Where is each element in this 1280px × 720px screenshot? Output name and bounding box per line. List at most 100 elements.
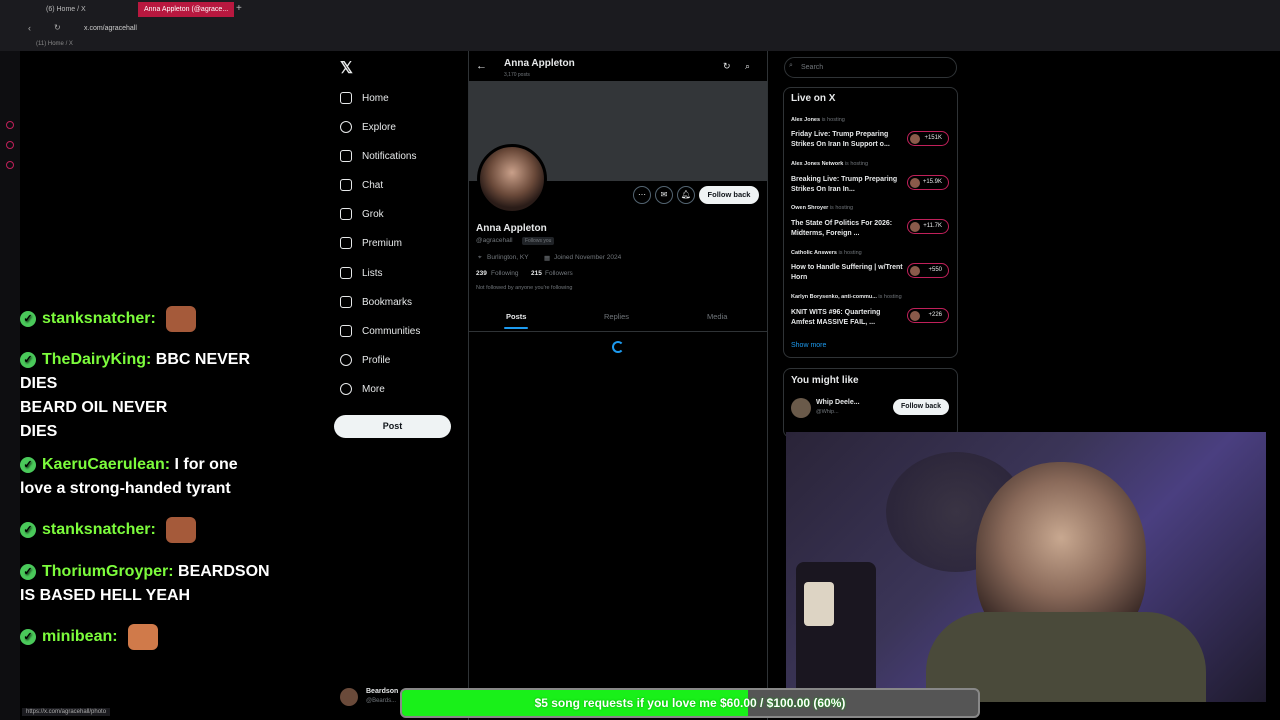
live-listener-count[interactable]: +11.7K xyxy=(907,219,949,234)
nav-profile[interactable]: Profile xyxy=(340,349,390,371)
goal-text: $5 song requests if you love me $60.00 /… xyxy=(534,696,846,710)
loading-spinner-icon xyxy=(612,341,624,353)
url-field[interactable]: x.com/agracehall xyxy=(84,25,137,32)
x-premium-icon xyxy=(340,237,352,249)
tab-media[interactable]: Media xyxy=(707,312,727,321)
following-label[interactable]: Following xyxy=(491,270,518,277)
location-icon: ⌖ xyxy=(478,254,482,261)
live-stream-title[interactable]: Friday Live: Trump Preparing Strikes On … xyxy=(791,130,903,150)
nav-more[interactable]: More xyxy=(340,378,385,400)
reload-icon[interactable]: ↻ xyxy=(54,23,61,32)
nav-notifications[interactable]: Notifications xyxy=(340,145,416,167)
verified-check-icon: ✓ xyxy=(20,629,36,645)
emote-icon xyxy=(166,306,197,332)
list-icon xyxy=(340,267,352,279)
address-bar: ‹ ↻ x.com/agracehall xyxy=(0,19,1280,38)
you-might-like-title: You might like xyxy=(791,375,859,386)
donation-goal-bar: $5 song requests if you love me $60.00 /… xyxy=(400,688,980,718)
live-host: Owen Shroyer is hosting xyxy=(791,205,854,211)
more-options-icon[interactable]: ⋯ xyxy=(633,186,651,204)
chat-message: ✓ KaeruCaerulean: I for one love a strong… xyxy=(20,456,238,497)
follow-back-button[interactable]: Follow back xyxy=(699,186,759,204)
search-icon xyxy=(340,121,352,133)
live-listener-count[interactable]: +15.9K xyxy=(907,175,949,190)
tab-indicator xyxy=(504,327,528,329)
refresh-icon[interactable]: ↻ xyxy=(723,61,731,72)
suggestion-handle: @Whip... xyxy=(816,409,839,415)
live-host: Catholic Answers is hosting xyxy=(791,250,862,256)
nav-chat[interactable]: Chat xyxy=(340,174,383,196)
notify-icon[interactable]: 🔔︎ xyxy=(677,186,695,204)
verified-check-icon: ✓ xyxy=(20,563,36,580)
not-followed-note: Not followed by anyone you're following xyxy=(476,285,573,291)
live-listener-count[interactable]: +151K xyxy=(907,131,949,146)
back-arrow-icon[interactable]: ← xyxy=(476,60,487,72)
tab-replies[interactable]: Replies xyxy=(604,312,629,321)
live-listener-count[interactable]: +226 xyxy=(907,308,949,323)
new-tab-icon[interactable]: + xyxy=(236,3,242,14)
followers-count[interactable]: 215 xyxy=(531,270,542,277)
live-host: Karlyn Borysenko, anti-commu... is hosti… xyxy=(791,294,902,300)
sidebar-icon[interactable] xyxy=(6,121,14,129)
profile-post-count: 3,170 posts xyxy=(504,72,530,78)
search-input[interactable]: Search xyxy=(784,57,957,78)
live-stream-title[interactable]: KNIT WITS #96: Quartering Amfest MASSIVE… xyxy=(791,308,903,328)
bookmark-item[interactable]: (11) Home / X xyxy=(36,41,73,47)
verified-check-icon: ✓ xyxy=(20,311,36,327)
sidebar-icon[interactable] xyxy=(6,161,14,169)
profile-icon xyxy=(340,354,352,366)
search-icon: ⌕ xyxy=(789,62,793,69)
back-arrow-icon[interactable]: ‹ xyxy=(28,23,31,33)
nav-communities[interactable]: Communities xyxy=(340,320,420,342)
bookmarks-bar: (11) Home / X xyxy=(0,38,1280,51)
live-stream-title[interactable]: The State Of Politics For 2026: Midterms… xyxy=(791,219,903,239)
verified-check-icon: ✓ xyxy=(20,456,36,473)
live-stream-title[interactable]: How to Handle Suffering | w/Trent Horn xyxy=(791,263,903,283)
chat-message: ✓ stanksnatcher: xyxy=(20,517,290,543)
chat-message: ✓ minibean: xyxy=(20,624,290,650)
emote-icon xyxy=(128,624,159,650)
live-host: Alex Jones Network is hosting xyxy=(791,161,869,167)
browser-tab-home[interactable]: (6) Home / X xyxy=(40,2,92,17)
live-stream-title[interactable]: Breaking Live: Trump Preparing Strikes O… xyxy=(791,175,903,195)
nav-grok[interactable]: Grok xyxy=(340,203,384,225)
message-icon[interactable]: ✉ xyxy=(655,186,673,204)
webcam-feed xyxy=(786,432,1266,702)
account-name: Beardson xyxy=(366,688,399,695)
chat-message: ✓ ThoriumGroyper: BEARDSON IS BASED HELL … xyxy=(20,563,270,604)
nav-explore[interactable]: Explore xyxy=(340,116,396,138)
nav-bookmarks[interactable]: Bookmarks xyxy=(340,291,412,313)
tab-posts[interactable]: Posts xyxy=(506,312,526,321)
suggestion-avatar[interactable] xyxy=(791,398,811,418)
calendar-icon: ▦ xyxy=(544,255,551,262)
divider xyxy=(469,331,767,332)
suggestion-follow-back-button[interactable]: Follow back xyxy=(893,399,949,415)
more-icon xyxy=(340,383,352,395)
post-button[interactable]: Post xyxy=(334,415,451,438)
live-listener-count[interactable]: +550 xyxy=(907,263,949,278)
sidebar-icon[interactable] xyxy=(6,141,14,149)
live-host: Alex Jones is hosting xyxy=(791,117,845,123)
profile-avatar[interactable] xyxy=(477,144,547,214)
bookmark-icon xyxy=(340,296,352,308)
nav-premium[interactable]: Premium xyxy=(340,232,402,254)
followers-label[interactable]: Followers xyxy=(545,270,573,277)
x-logo-icon[interactable]: 𝕏 xyxy=(340,58,353,78)
mail-icon xyxy=(340,179,352,191)
chat-message: ✓ stanksnatcher: xyxy=(20,306,290,332)
browser-tab-profile[interactable]: Anna Appleton (@agrace... xyxy=(138,2,234,17)
search-icon[interactable]: ⌕ xyxy=(745,61,750,72)
account-avatar[interactable] xyxy=(340,688,358,706)
profile-location: Burlington, KY xyxy=(487,254,529,261)
browser-sidebar xyxy=(0,51,20,720)
show-more-link[interactable]: Show more xyxy=(791,342,826,349)
mug-shape xyxy=(804,582,834,626)
profile-joined: Joined November 2024 xyxy=(554,254,622,261)
suggestion-name[interactable]: Whip Deele... xyxy=(816,399,860,406)
emote-icon xyxy=(166,517,197,543)
nav-home[interactable]: Home xyxy=(340,87,389,109)
bell-icon xyxy=(340,150,352,162)
following-count[interactable]: 239 xyxy=(476,270,487,277)
nav-lists[interactable]: Lists xyxy=(340,262,383,284)
live-on-x-title: Live on X xyxy=(791,93,836,104)
